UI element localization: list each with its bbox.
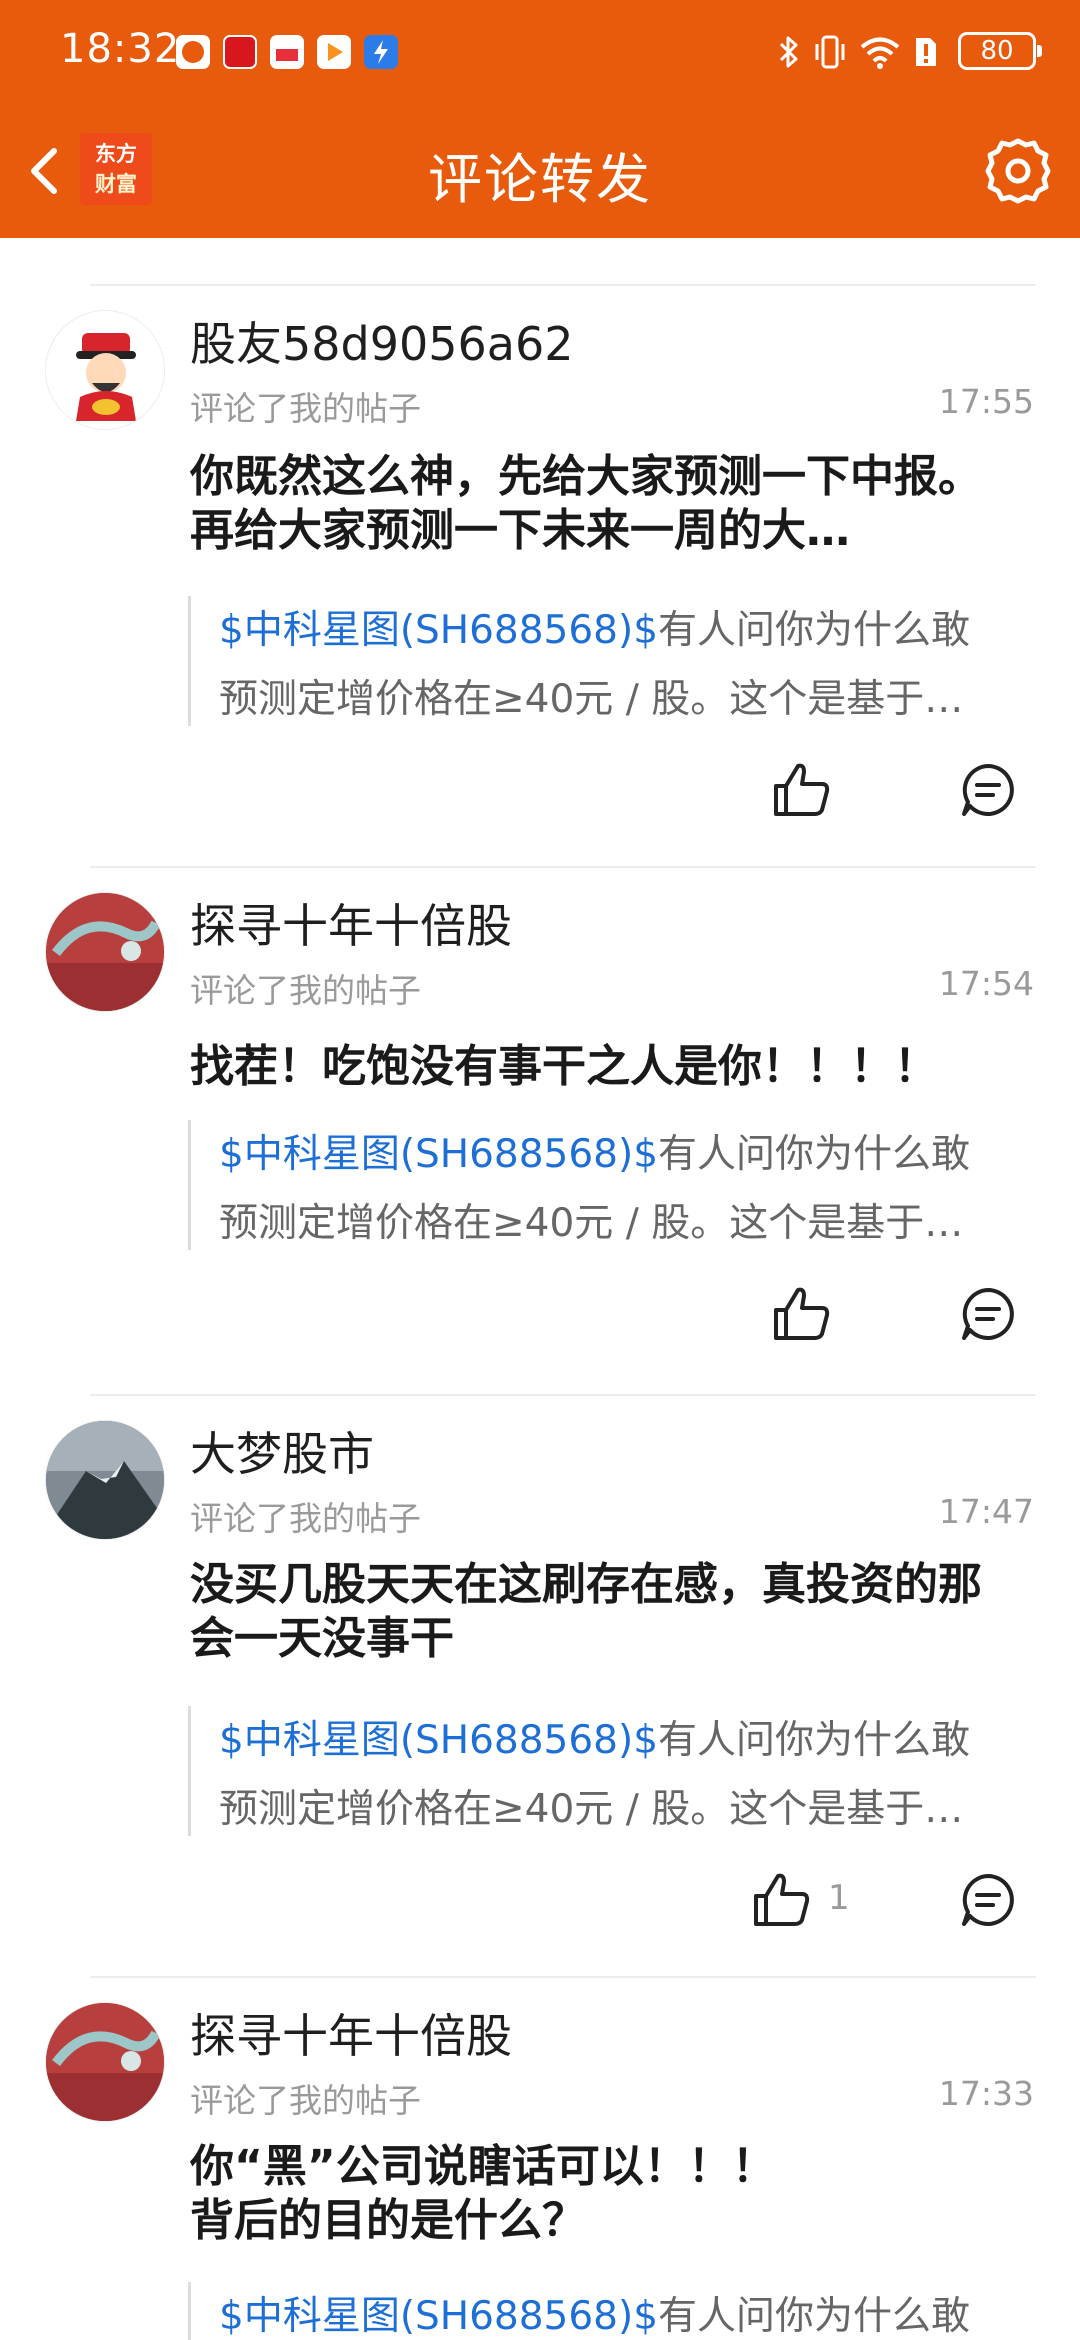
quoted-post[interactable]: $中科星图(SH688568)$有人问你为什么敢 预测定增价格在≥40元 / 股… (188, 1120, 1020, 1250)
status-indicators: 80 (776, 30, 1042, 74)
stock-link[interactable]: $中科星图(SH688568)$ (219, 1132, 658, 1177)
timestamp: 17:54 (938, 964, 1034, 1003)
timestamp: 17:33 (938, 2074, 1034, 2113)
page-title: 评论转发 (428, 148, 652, 211)
app-header: 18:32 80 东方 财富 评论转发 (0, 0, 1080, 238)
comment-item[interactable]: 大梦股市 评论了我的帖子 17:47 没买几股天天在这刷存在感，真投资的那会一天… (0, 1348, 1080, 1930)
reply-comment-icon[interactable] (958, 760, 1018, 820)
comment-item[interactable]: 探寻十年十倍股 评论了我的帖子 17:54 找茬！吃饱没有事干之人是你！！！！ … (0, 820, 1080, 1348)
quote-text-line2: 预测定增价格在≥40元 / 股。这个是基于… (219, 1787, 964, 1832)
stock-link[interactable]: $中科星图(SH688568)$ (219, 608, 658, 653)
status-time: 18:32 (60, 26, 181, 72)
divider (90, 866, 1036, 868)
reply-comment-icon[interactable] (958, 1870, 1018, 1930)
divider (90, 284, 1036, 286)
divider (90, 1976, 1036, 1978)
comment-text[interactable]: 找茬！吃饱没有事干之人是你！！！！ (190, 1040, 1020, 1094)
comment-item[interactable]: 股友58d9056a62 评论了我的帖子 17:55 你既然这么神，先给大家预测… (0, 238, 1080, 820)
battery-indicator: 80 (958, 32, 1042, 70)
comment-text[interactable]: 没买几股天天在这刷存在感，真投资的那会一天没事干 (190, 1558, 1020, 1666)
quote-text: 有人问你为什么敢 (658, 1718, 971, 1763)
divider (90, 1394, 1036, 1396)
bluetooth-icon (776, 34, 802, 74)
action-text: 评论了我的帖子 (190, 389, 421, 428)
settings-gear-icon[interactable] (982, 135, 1054, 207)
quote-text: 有人问你为什么敢 (658, 2294, 971, 2339)
app-icon-2 (223, 35, 257, 69)
like-thumbs-up-icon[interactable] (750, 1868, 814, 1932)
quote-text-line2: 预测定增价格在≥40元 / 股。这个是基于… (219, 677, 964, 722)
quote-text: 有人问你为什么敢 (658, 608, 971, 653)
app-icon-1 (176, 35, 210, 69)
username[interactable]: 大梦股市 (190, 1418, 374, 1484)
sim-alert-icon (912, 34, 940, 74)
comment-text[interactable]: 你“黑”公司说瞎话可以！！！ 背后的目的是什么？ (190, 2140, 1020, 2248)
quoted-post[interactable]: $中科星图(SH688568)$有人问你为什么敢 预测定增价格在≥40元 / 股… (188, 596, 1020, 726)
avatar[interactable] (45, 1420, 165, 1540)
timestamp: 17:47 (938, 1492, 1034, 1531)
action-text: 评论了我的帖子 (190, 971, 421, 1010)
avatar[interactable] (45, 310, 165, 430)
app-icon-5 (364, 35, 398, 69)
comment-item[interactable]: 探寻十年十倍股 评论了我的帖子 17:33 你“黑”公司说瞎话可以！！！ 背后的… (0, 1930, 1080, 2340)
stock-link[interactable]: $中科星图(SH688568)$ (219, 2294, 658, 2339)
nav-bar: 东方 财富 评论转发 (0, 105, 1080, 238)
stock-link[interactable]: $中科星图(SH688568)$ (219, 1718, 658, 1763)
quoted-post[interactable]: $中科星图(SH688568)$有人问你为什么敢 (188, 2282, 1020, 2340)
username[interactable]: 探寻十年十倍股 (190, 2000, 512, 2066)
quote-text: 有人问你为什么敢 (658, 1132, 971, 1177)
status-bar: 18:32 80 (0, 0, 1080, 105)
quote-text-line2: 预测定增价格在≥40元 / 股。这个是基于… (219, 1201, 964, 1246)
app-icon-3 (270, 35, 304, 69)
reply-comment-icon[interactable] (958, 1284, 1018, 1344)
like-count: 1 (828, 1878, 850, 1918)
vibrate-icon (812, 34, 848, 74)
avatar[interactable] (45, 892, 165, 1012)
comment-text[interactable]: 你既然这么神，先给大家预测一下中报。再给大家预测一下未来一周的大… (190, 450, 1020, 558)
like-thumbs-up-icon[interactable] (770, 758, 834, 822)
avatar[interactable] (45, 2002, 165, 2122)
quoted-post[interactable]: $中科星图(SH688568)$有人问你为什么敢 预测定增价格在≥40元 / 股… (188, 1706, 1020, 1836)
action-text: 评论了我的帖子 (190, 1499, 421, 1538)
username[interactable]: 股友58d9056a62 (190, 308, 574, 374)
username[interactable]: 探寻十年十倍股 (190, 890, 512, 956)
timestamp: 17:55 (938, 382, 1034, 421)
like-thumbs-up-icon[interactable] (770, 1282, 834, 1346)
app-icon-4 (317, 35, 351, 69)
wifi-icon (858, 34, 902, 74)
action-text: 评论了我的帖子 (190, 2081, 421, 2120)
